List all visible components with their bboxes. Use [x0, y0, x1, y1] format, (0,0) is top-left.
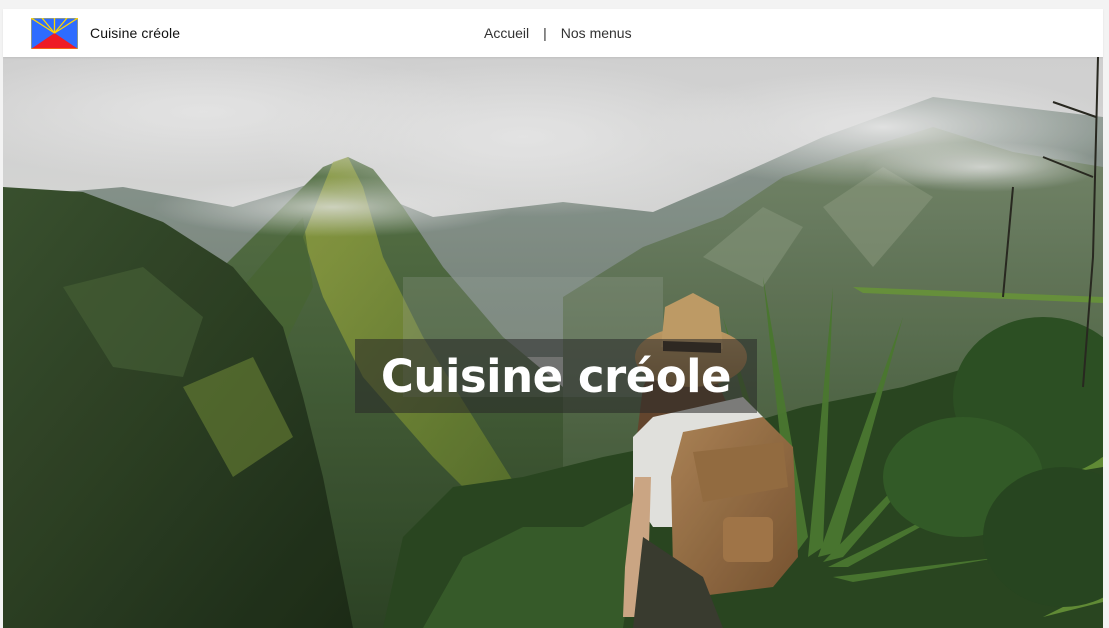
- brand-home-link[interactable]: Cuisine créole: [31, 17, 180, 49]
- hero-title-box: Cuisine créole: [355, 339, 757, 413]
- brand-name: Cuisine créole: [90, 25, 181, 41]
- hero-banner: Cuisine créole: [3, 57, 1103, 628]
- main-nav: Accueil | Nos menus: [484, 9, 632, 57]
- page: Cuisine créole Accueil | Nos menus Cuisi…: [0, 0, 1109, 628]
- nav-link-nos-menus[interactable]: Nos menus: [561, 25, 632, 41]
- reunion-flag-icon: [31, 17, 78, 49]
- nav-separator: |: [543, 25, 547, 41]
- nav-link-accueil[interactable]: Accueil: [484, 25, 529, 41]
- hero-title: Cuisine créole: [380, 349, 732, 403]
- navbar: Cuisine créole Accueil | Nos menus: [3, 9, 1103, 57]
